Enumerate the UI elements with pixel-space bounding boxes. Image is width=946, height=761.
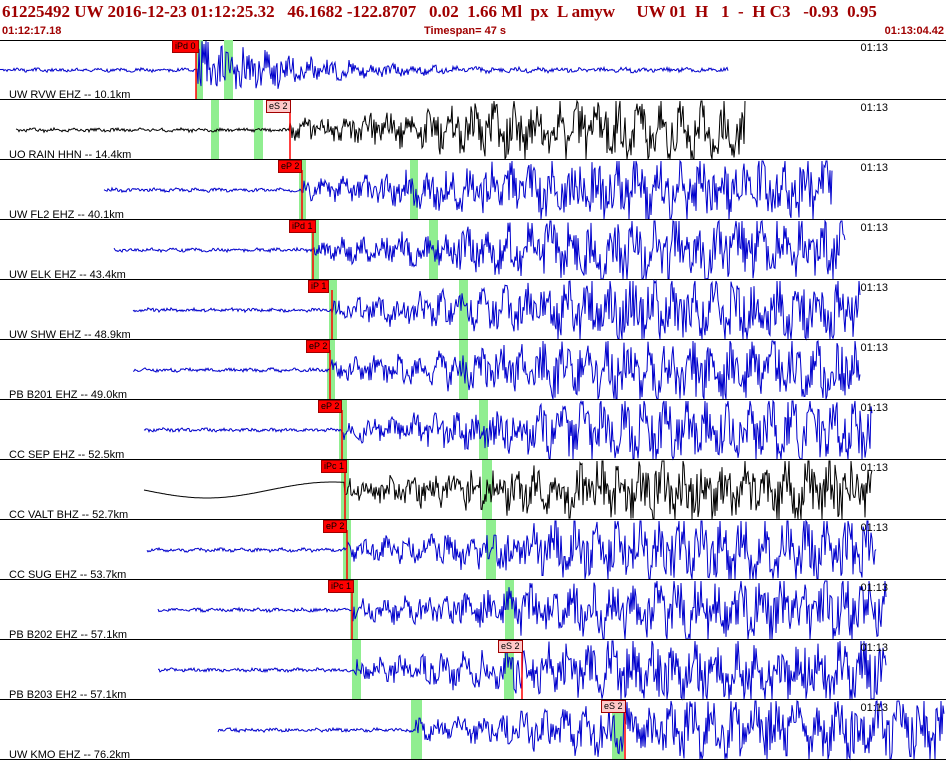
phase-pick-label[interactable]: iPd 0 [172,40,199,53]
waveform-plot[interactable] [0,279,946,341]
waveform-plot[interactable] [0,399,946,461]
waveform-trace [132,339,861,400]
waveform-plot[interactable] [0,700,946,761]
waveform-plot[interactable] [0,339,946,400]
trace-time-tick: 01:13 [860,162,888,174]
phase-pick-label[interactable]: eS 2 [266,100,291,113]
trace-time-tick: 01:13 [860,282,888,294]
trace-row[interactable]: eS 2 01:13 UO RAIN HHN -- 14.4km [0,99,946,161]
waveform-plot[interactable] [0,580,946,640]
trace-row[interactable]: iPc 1 01:13 PB B202 EHZ -- 57.1km [0,580,946,641]
header-bar: 61225492 UW 2016-12-23 01:12:25.32 46.16… [0,0,946,41]
trace-time-tick: 01:13 [860,642,888,654]
trace-time-tick: 01:13 [860,702,888,714]
waveform-trace [113,219,846,280]
phase-pick-label[interactable]: iP 1 [308,280,330,293]
trace-time-tick: 01:13 [860,462,888,474]
trace-row[interactable]: eP 2 01:13 CC SUG EHZ -- 53.7km [0,519,946,581]
phase-pick-label[interactable]: eP 2 [278,160,303,173]
event-title: 61225492 UW 2016-12-23 01:12:25.32 46.16… [2,2,877,21]
waveform-plot[interactable] [0,99,946,160]
trace-time-tick: 01:13 [860,42,888,54]
trace-time-tick: 01:13 [860,102,888,114]
trace-time-tick: 01:13 [860,222,888,234]
trace-row[interactable]: iP 1 01:13 UW SHW EHZ -- 48.9km [0,279,946,341]
waveform-plot[interactable] [0,219,946,280]
time-window-marker [459,280,468,340]
time-scale-bar: 01:12:17.18 Timespan= 47 s 01:13:04.42 [0,24,946,41]
trace-row[interactable]: eS 2 01:13 PB B203 EH2 -- 57.1km [0,640,946,701]
phase-pick-label[interactable]: iPc 1 [328,580,355,593]
phase-pick-label[interactable]: eP 2 [323,520,348,533]
phase-pick-label[interactable]: iPd 1 [289,220,316,233]
trace-row[interactable]: eS 2 01:13 UW KMO EHZ -- 76.2km [0,700,946,761]
trace-time-tick: 01:13 [860,402,888,414]
time-window-marker [411,700,422,760]
seismogram-panel[interactable]: iPd 0 01:13 UW RVW EHZ -- 10.1km eS 2 01:13 U… [0,40,946,761]
waveform-trace [103,159,833,220]
trace-row[interactable]: iPd 0 01:13 UW RVW EHZ -- 10.1km [0,40,946,101]
phase-pick-label[interactable]: eP 2 [318,400,343,413]
waveform-trace [143,460,873,520]
trace-row[interactable]: eP 2 01:13 CC SEP EHZ -- 52.5km [0,399,946,461]
waveform-plot[interactable] [0,460,946,520]
phase-pick-label[interactable]: eP 2 [306,340,331,353]
phase-pick-label[interactable]: eS 2 [601,700,626,713]
window-start-time: 01:12:17.18 [2,25,62,37]
trace-time-tick: 01:13 [860,342,888,354]
window-end-time: 01:13:04.42 [884,25,944,37]
waveform-trace [157,580,887,640]
waveform-plot[interactable] [0,519,946,580]
waveform-trace [0,40,729,90]
waveform-plot[interactable] [0,640,946,701]
waveform-trace [143,399,873,461]
trace-time-tick: 01:13 [860,582,888,594]
waveform-trace [132,279,861,341]
phase-pick-label[interactable]: iPc 1 [321,460,348,473]
timespan-label: Timespan= 47 s [424,25,507,37]
trace-row[interactable]: iPd 1 01:13 UW ELK EHZ -- 43.4km [0,219,946,281]
waveform-trace [146,519,877,580]
trace-time-tick: 01:13 [860,522,888,534]
trace-row[interactable]: iPc 1 01:13 CC VALT BHZ -- 52.7km [0,460,946,521]
trace-row[interactable]: eP 2 01:13 UW FL2 EHZ -- 40.1km [0,159,946,221]
waveform-plot[interactable] [0,159,946,220]
waveform-trace [217,700,945,761]
trace-row[interactable]: eP 2 01:13 PB B201 EHZ -- 49.0km [0,339,946,401]
waveform-plot[interactable] [0,40,946,100]
phase-pick-label[interactable]: eS 2 [498,640,523,653]
